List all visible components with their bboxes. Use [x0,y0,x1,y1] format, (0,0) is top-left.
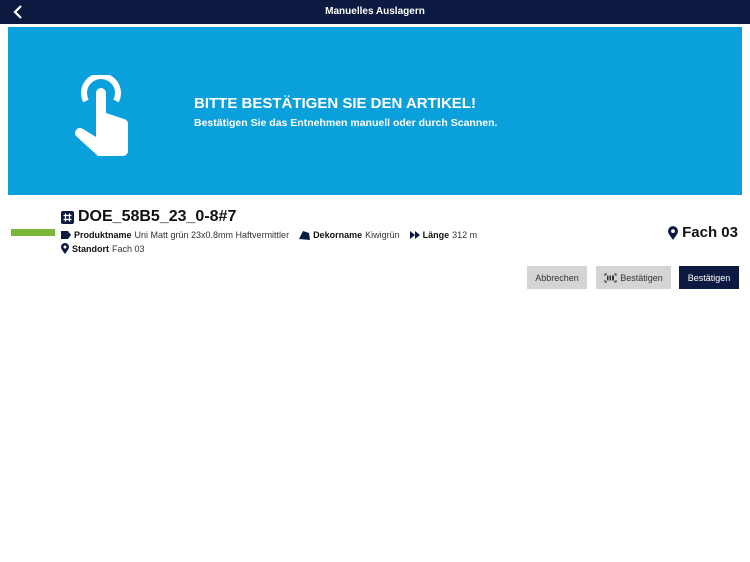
dekorname-label: Dekorname [313,230,363,240]
scan-confirm-button[interactable]: Bestätigen [596,266,671,289]
location-text: Fach 03 [682,224,738,241]
barcode-scan-icon [604,273,617,282]
banner-title: BITTE BESTÄTIGEN SIE DEN ARTIKEL! [194,95,476,112]
confirm-button[interactable]: Bestätigen [679,266,739,289]
article-id-text: DOE_58B5_23_0-8#7 [78,208,237,225]
article-standort: Standort Fach 03 [61,243,155,254]
map-pin-icon [61,243,69,254]
top-bar: Manuelles Auslagern [0,0,750,24]
fast-forward-icon [409,231,420,239]
standort-label: Standort [72,243,109,254]
scan-confirm-label: Bestätigen [620,272,663,283]
banner-subtitle: Bestätigen Sie das Entnehmen manuell ode… [194,117,498,129]
map-pin-icon [668,225,679,240]
page-title: Manuelles Auslagern [325,6,425,17]
produktname-value: Uni Matt grün 23x0.8mm Haftvermittler [134,230,290,240]
tag-icon [61,231,71,239]
laenge-label: Länge [422,230,450,240]
article-details: Produktname Uni Matt grün 23x0.8mm Haftve… [61,230,487,240]
swatch-icon [299,231,311,240]
location-label: Fach 03 [668,224,738,241]
instruction-banner: BITTE BESTÄTIGEN SIE DEN ARTIKEL! Bestät… [8,27,742,195]
article-id: DOE_58B5_23_0-8#7 [61,208,236,226]
standort-value: Fach 03 [112,243,145,254]
status-bar [11,229,55,236]
hashtag-icon [61,210,74,224]
laenge-value: 312 m [452,230,478,240]
produktname-label: Produktname [74,230,132,240]
touch-hand-icon [75,75,129,156]
dekorname-value: Kiwigrün [365,230,400,240]
cancel-button[interactable]: Abbrechen [527,266,587,289]
